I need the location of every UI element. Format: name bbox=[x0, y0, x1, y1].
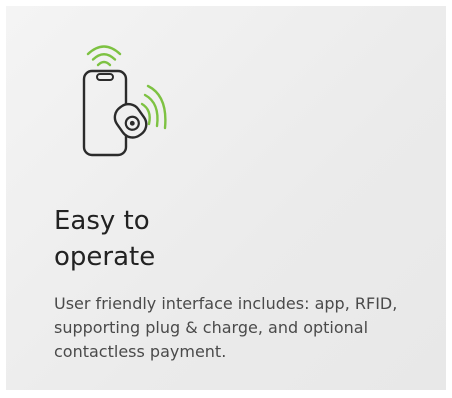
phone-contactless-icon bbox=[72, 40, 172, 160]
feature-card: Easy to operate User friendly interface … bbox=[6, 6, 446, 390]
title-line-2: operate bbox=[54, 242, 156, 272]
card-title: Easy to operate bbox=[54, 203, 254, 275]
card-description: User friendly interface includes: app, R… bbox=[54, 294, 398, 361]
title-line-1: Easy to bbox=[54, 206, 150, 236]
